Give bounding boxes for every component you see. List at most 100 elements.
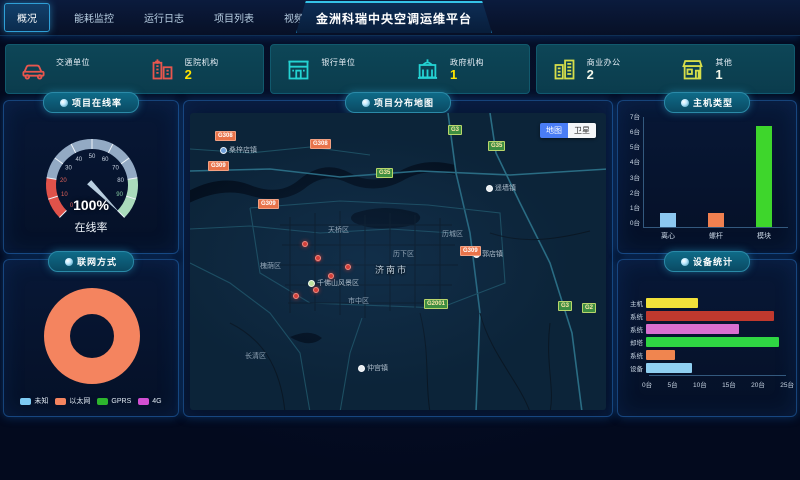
stat-hospital: 医院机构 2 — [135, 56, 264, 83]
map-district-label: 市中区 — [348, 296, 369, 306]
panel-device-header: 设备统计 — [664, 251, 750, 272]
road-badge: G3 — [448, 125, 462, 135]
road-badge: G35 — [488, 141, 505, 151]
legend-label: GPRS — [111, 398, 131, 405]
x-axis-labels: 0台 5台 10台 15台 20台 25台 — [642, 379, 794, 389]
stat-other: 其他 1 — [665, 56, 794, 83]
network-donut-chart — [44, 288, 140, 384]
stat-label: 医院机构 — [185, 57, 219, 68]
legend-item-ethernet[interactable]: 以太网 — [55, 396, 90, 406]
road-badge: G308 — [310, 139, 331, 149]
project-marker[interactable] — [315, 255, 321, 261]
legend-label: 以太网 — [69, 396, 90, 406]
bar-system-3 — [646, 350, 675, 360]
map-city-label: 济南市 — [375, 263, 408, 276]
map-poi: 遥墙镇 — [486, 183, 516, 193]
bar-system-1 — [646, 311, 774, 321]
road-badge: G309 — [460, 246, 481, 256]
map-mode-button[interactable]: 地图 — [540, 123, 568, 138]
bar-centrifugal — [660, 213, 676, 228]
bar-screw — [708, 213, 724, 228]
bar-device — [646, 363, 692, 373]
tab-project-list[interactable]: 项目列表 — [214, 10, 254, 25]
device-row: 设备 — [624, 361, 786, 374]
road-badge: G308 — [215, 131, 236, 141]
stat-value: 1 — [450, 68, 484, 82]
map-canvas[interactable]: 济南市 槐荫区 天桥区 历下区 市中区 历城区 长清区 桑梓店镇 遥墙镇 郭店镇 — [190, 113, 606, 410]
legend-swatch — [138, 398, 149, 405]
link-icon — [60, 99, 68, 107]
project-marker[interactable] — [313, 287, 319, 293]
panel-title: 联网方式 — [77, 255, 117, 268]
stat-label: 银行单位 — [321, 57, 355, 68]
panel-title: 项目分布地图 — [374, 96, 434, 109]
stat-transport: 交通单位 — [6, 56, 135, 83]
project-marker[interactable] — [302, 241, 308, 247]
svg-text:60: 60 — [102, 157, 109, 163]
panel-network-header: 联网方式 — [48, 251, 134, 272]
y-axis-ticks: 7台 6台 5台 4台 3台 2台 1台 0台 — [620, 115, 640, 227]
government-icon — [414, 56, 441, 83]
satellite-mode-button[interactable]: 卫星 — [568, 123, 596, 138]
stats-row: 交通单位 医院机构 2 — [5, 44, 795, 94]
panel-title: 设备统计 — [693, 255, 733, 268]
platform-title-plate: 金洲科瑞中央空调运维平台 — [296, 1, 492, 33]
panel-project-map: 项目分布地图 — [183, 100, 613, 417]
network-icon — [65, 258, 73, 266]
device-row: 主机 — [624, 296, 786, 309]
project-marker[interactable] — [328, 273, 334, 279]
road-badge: G2 — [582, 303, 596, 313]
panel-network-type: 联网方式 未知 以太网 GPRS 4G — [3, 259, 179, 417]
map-tint — [190, 113, 606, 410]
host-type-chart: 7台 6台 5台 4台 3台 2台 1台 0台 离心 螺杆 模块 — [618, 101, 796, 253]
tab-energy-monitor[interactable]: 能耗监控 — [74, 10, 114, 25]
legend-item-unknown[interactable]: 未知 — [20, 396, 48, 406]
device-row: 系统 — [624, 322, 786, 335]
page-title: 金洲科瑞中央空调运维平台 — [316, 10, 472, 27]
poi-dot-icon — [358, 365, 365, 372]
panel-device-stats: 设备统计 主机 系统 系统 却塔 系统 — [617, 259, 797, 417]
stat-card-2: 银行单位 政府机构 1 — [270, 44, 529, 94]
tab-overview[interactable]: 概况 — [4, 3, 50, 32]
legend-item-4g[interactable]: 4G — [138, 396, 161, 406]
stat-label: 其他 — [715, 57, 732, 68]
stat-value — [321, 68, 355, 82]
device-stats-chart: 主机 系统 系统 却塔 系统 设备 — [624, 296, 786, 374]
office-icon — [551, 56, 578, 83]
car-icon — [20, 56, 47, 83]
online-rate-caption: 在线率 — [4, 219, 178, 235]
online-rate-value: 100% — [4, 197, 178, 213]
svg-text:30: 30 — [65, 166, 72, 172]
bar-cooling-tower — [646, 337, 779, 347]
device-row: 系统 — [624, 348, 786, 361]
panel-online-rate-header: 项目在线率 — [43, 92, 139, 113]
road-badge: G3 — [558, 301, 572, 311]
legend-swatch — [97, 398, 108, 405]
stat-government: 政府机构 1 — [400, 56, 529, 83]
map-poi: 桑梓店镇 — [220, 145, 257, 155]
map-district-label: 历下区 — [393, 249, 414, 259]
panel-title: 项目在线率 — [72, 96, 122, 109]
panel-online-rate: 项目在线率 — [3, 100, 179, 254]
svg-text:50: 50 — [89, 154, 96, 160]
bar-modular — [756, 126, 772, 228]
stat-value: 2 — [587, 68, 621, 82]
legend-swatch — [20, 398, 31, 405]
road-badge: G35 — [376, 168, 393, 178]
location-icon — [362, 99, 370, 107]
dashboard: 概况 能耗监控 运行日志 项目列表 视频监控 金洲科瑞中央空调运维平台 — [0, 0, 800, 480]
network-legend: 未知 以太网 GPRS 4G — [4, 396, 178, 406]
project-marker[interactable] — [345, 264, 351, 270]
project-marker[interactable] — [293, 293, 299, 299]
stat-label: 政府机构 — [450, 57, 484, 68]
legend-item-gprs[interactable]: GPRS — [97, 396, 131, 406]
stat-value: 1 — [715, 68, 732, 82]
device-row: 系统 — [624, 309, 786, 322]
panel-map-header: 项目分布地图 — [345, 92, 451, 113]
svg-text:20: 20 — [60, 178, 67, 184]
stat-value — [56, 68, 90, 82]
legend-label: 未知 — [34, 396, 48, 406]
map-district-label: 槐荫区 — [260, 261, 281, 271]
tab-run-log[interactable]: 运行日志 — [144, 10, 184, 25]
stat-card-3: 商业办公 2 其他 1 — [536, 44, 795, 94]
